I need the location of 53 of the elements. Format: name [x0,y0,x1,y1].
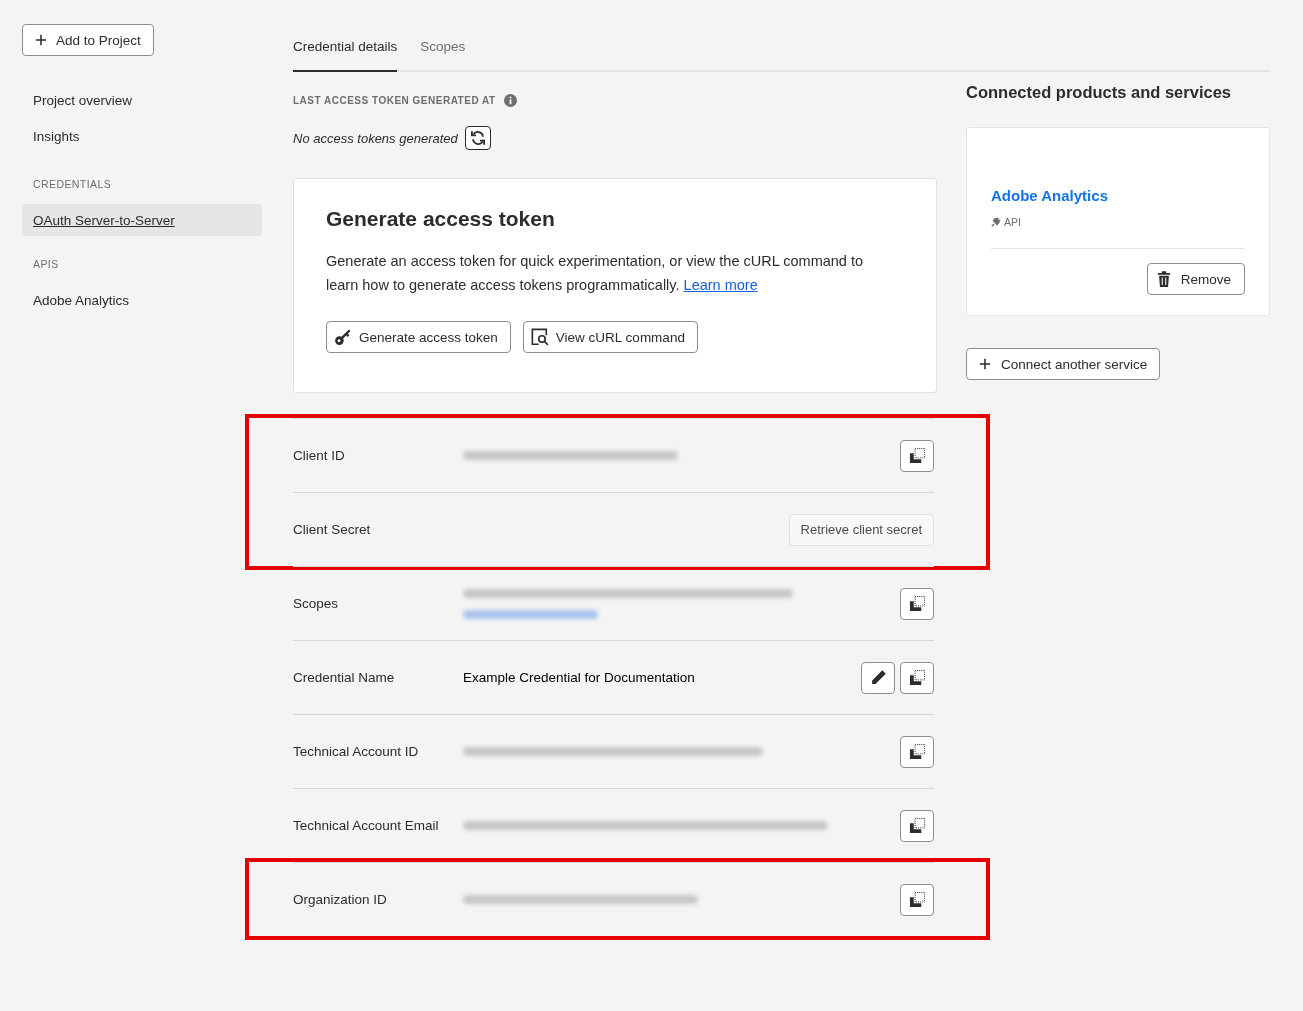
field-label: Technical Account ID [293,744,420,759]
copy-icon [908,447,926,464]
action-button[interactable]: Generate access token [326,321,511,353]
pencil-icon [869,669,887,686]
copy-icon [908,817,926,834]
field-label: Client Secret [293,522,372,537]
copy-icon [908,891,926,908]
copy-button[interactable] [900,439,934,472]
learn-more-link[interactable]: Learn more [683,277,758,293]
tab[interactable]: Credential details [293,28,398,72]
action-button[interactable]: View cURL command [522,321,698,353]
token-status-label: LAST ACCESS TOKEN GENERATED AT [293,94,496,106]
document-search-icon [530,328,549,346]
retrieve-secret-button[interactable]: Retrieve client secret [788,513,934,546]
sidebar-item[interactable]: OAuth Server-to-Server [22,204,262,236]
field-label: Technical Account Email [293,818,440,833]
trash-icon [1156,271,1171,287]
plus-icon [35,34,47,46]
tab[interactable]: Scopes [420,28,466,72]
section-title: Connected products and services [966,82,1232,103]
sidebar-section-heading: CREDENTIALS [32,177,112,192]
copy-button[interactable] [900,735,934,768]
card-description: Generate an access token for quick experimentation, or view the cURL command to learn how to generate access tokens programmatically. Learn more [326,252,865,295]
copy-button[interactable] [900,883,934,916]
info-icon [503,93,517,107]
key-icon [334,328,352,346]
connect-service-button[interactable]: Connect another service [966,348,1161,380]
sidebar-item[interactable]: Project overview [22,84,262,116]
remove-button[interactable]: Remove [1146,263,1245,295]
plug-icon [991,217,1001,227]
field-label: Credential Name [293,670,396,685]
token-status-text: No access tokens generated [293,130,458,146]
sidebar-item[interactable]: Insights [22,120,262,152]
field-label: Organization ID [293,892,388,907]
service-name-link[interactable]: Adobe Analytics [991,185,1245,207]
add-to-project-button[interactable]: Add to Project [22,24,154,56]
field-value: Example Credential for Documentation [463,670,696,685]
edit-button[interactable] [861,661,895,694]
service-type-label: API [1004,215,1021,230]
field-label: Client ID [293,448,346,463]
copy-icon [908,595,926,612]
copy-button[interactable] [900,809,934,842]
copy-icon [908,743,926,760]
copy-button[interactable] [900,661,934,694]
sidebar-item[interactable]: Adobe Analytics [22,284,262,316]
copy-icon [908,669,926,686]
refresh-button[interactable] [464,126,491,150]
refresh-icon [468,129,487,147]
sidebar-section-heading: APIS [32,257,59,272]
card-title: Generate access token [326,206,556,232]
plus-icon [979,358,991,370]
copy-button[interactable] [900,587,934,620]
field-label: Scopes [293,596,340,611]
